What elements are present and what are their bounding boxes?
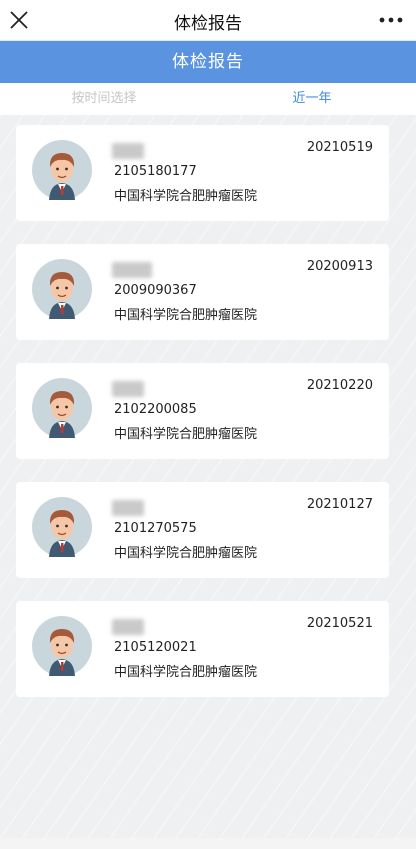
report-date: 20210127 (306, 497, 373, 512)
report-number: 2009090367 (114, 283, 197, 298)
avatar-icon (32, 378, 92, 438)
report-date: 20200913 (306, 259, 373, 274)
tab-time-select[interactable]: 按时间选择 (0, 83, 208, 115)
top-bar: 体检报告 (0, 0, 416, 41)
report-card[interactable]: 2009090367 中国科学院合肥肿瘤医院 20200913 (16, 244, 389, 340)
hospital-name: 中国科学院合肥肿瘤医院 (114, 546, 258, 561)
patient-name-redacted (112, 619, 144, 635)
report-date: 20210220 (306, 378, 373, 393)
report-card[interactable]: 2105180177 中国科学院合肥肿瘤医院 20210519 (16, 125, 389, 221)
report-date: 20210519 (306, 140, 373, 155)
hospital-name: 中国科学院合肥肿瘤医院 (114, 427, 258, 442)
report-number: 2105120021 (114, 640, 197, 655)
hospital-name: 中国科学院合肥肿瘤医院 (114, 308, 258, 323)
hospital-name: 中国科学院合肥肿瘤医院 (114, 665, 258, 680)
filter-tabs: 按时间选择 近一年 (0, 83, 416, 115)
report-card[interactable]: 2101270575 中国科学院合肥肿瘤医院 20210127 (16, 482, 389, 578)
patient-name-redacted (112, 500, 144, 516)
report-number: 2101270575 (114, 521, 197, 536)
tab-recent-year[interactable]: 近一年 (208, 83, 416, 115)
patient-name-redacted (112, 143, 144, 159)
report-card[interactable]: 2105120021 中国科学院合肥肿瘤医院 20210521 (16, 601, 389, 697)
report-number: 2105180177 (114, 164, 197, 179)
report-number: 2102200085 (114, 402, 197, 417)
report-card[interactable]: 2102200085 中国科学院合肥肿瘤医院 20210220 (16, 363, 389, 459)
report-date: 20210521 (306, 616, 373, 631)
page-banner: 体检报告 (0, 41, 416, 83)
avatar-icon (32, 497, 92, 557)
avatar-icon (32, 259, 92, 319)
avatar-icon (32, 616, 92, 676)
patient-name-redacted (112, 381, 144, 397)
hospital-name: 中国科学院合肥肿瘤医院 (114, 189, 258, 204)
more-dots-icon[interactable] (378, 16, 404, 24)
bottom-toolbar-edge (0, 838, 416, 849)
window-title: 体检报告 (174, 14, 242, 34)
report-list: 2105180177 中国科学院合肥肿瘤医院 20210519 20090903… (0, 115, 416, 849)
avatar-icon (32, 140, 92, 200)
patient-name-redacted (112, 262, 152, 278)
